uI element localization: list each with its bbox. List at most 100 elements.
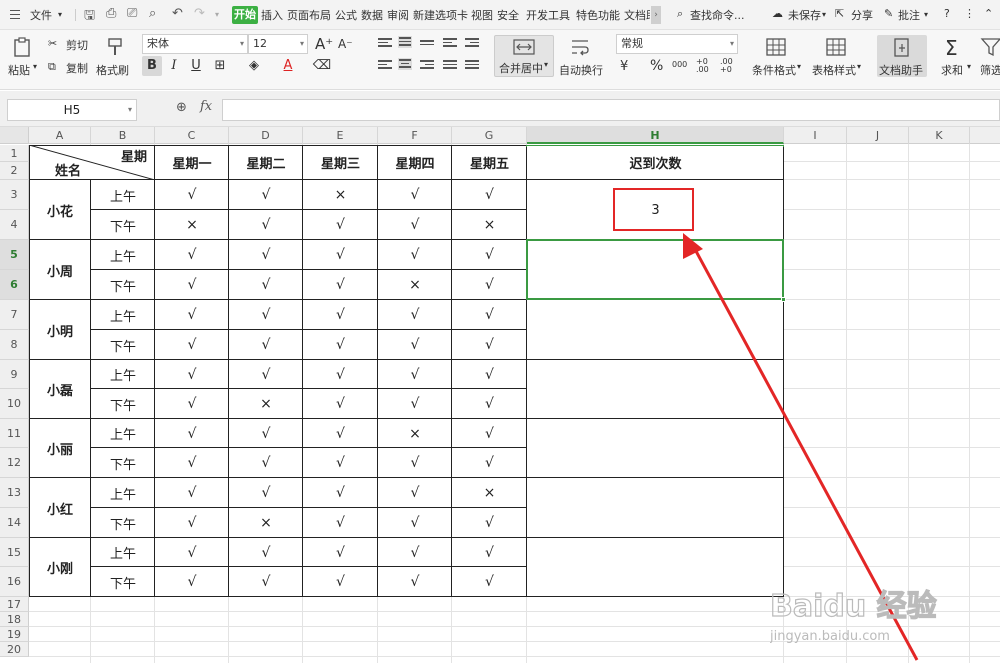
fill-color-icon[interactable]: ◈ (244, 56, 264, 76)
paste-button[interactable]: 粘贴 (8, 62, 30, 78)
help-button[interactable]: ? (944, 7, 950, 20)
late-count-cell[interactable] (527, 300, 784, 360)
chevron-down-icon[interactable]: ▾ (58, 10, 62, 19)
row-header-14[interactable]: 14 (0, 508, 29, 538)
attendance-mark[interactable]: √ (303, 330, 378, 360)
zoom-icon[interactable]: ⊕ (176, 100, 187, 115)
collapse-icon[interactable]: ⌃ (984, 7, 993, 20)
row-header-1[interactable]: 1 (0, 145, 29, 162)
align-middle-icon[interactable] (398, 36, 412, 48)
spreadsheet-grid[interactable]: A B C D E F G H I J K 1 2 3 4 5 6 7 8 9 10 11 12 13 14 15 16 17 18 19… (0, 127, 1000, 663)
day-header[interactable]: 星期二 (229, 145, 303, 180)
attendance-mark[interactable]: × (229, 389, 303, 419)
chevron-down-icon[interactable]: ▾ (967, 62, 971, 71)
indent-decrease-icon[interactable] (443, 38, 457, 50)
clear-format-icon[interactable]: ⌫ (312, 56, 332, 76)
row-header-3[interactable]: 3 (0, 180, 29, 210)
font-size-select[interactable]: 12 ▾ (248, 34, 308, 54)
period-pm[interactable]: 下午 (91, 210, 155, 240)
day-header[interactable]: 星期三 (303, 145, 378, 180)
comment-button[interactable]: 批注 (898, 7, 920, 23)
column-header-B[interactable]: B (91, 127, 155, 144)
row-header-16[interactable]: 16 (0, 567, 29, 597)
conditional-format-button[interactable]: 条件格式 (752, 62, 796, 78)
person-name[interactable]: 小刚 (29, 538, 91, 597)
thousands-button[interactable]: 000 (672, 60, 687, 69)
attendance-mark[interactable]: √ (229, 419, 303, 448)
attendance-mark[interactable]: √ (229, 210, 303, 240)
tab-formula[interactable]: 公式 (335, 7, 357, 23)
attendance-mark[interactable]: √ (229, 360, 303, 389)
attendance-mark[interactable]: √ (452, 389, 527, 419)
currency-icon[interactable]: ¥ (620, 59, 628, 74)
borders-icon[interactable]: ⊞ (210, 56, 230, 76)
column-header-E[interactable]: E (303, 127, 378, 144)
tab-page-layout[interactable]: 页面布局 (287, 7, 331, 23)
row-header-17[interactable]: 17 (0, 597, 29, 612)
attendance-mark[interactable]: √ (452, 567, 527, 597)
percent-button[interactable]: % (650, 58, 663, 74)
attendance-mark[interactable]: × (303, 180, 378, 210)
tab-new[interactable]: 新建选项卡 (413, 7, 468, 23)
attendance-mark[interactable]: √ (452, 448, 527, 478)
column-header-F[interactable]: F (378, 127, 452, 144)
attendance-mark[interactable]: √ (303, 360, 378, 389)
attendance-mark[interactable]: √ (303, 240, 378, 270)
attendance-mark[interactable]: √ (303, 389, 378, 419)
attendance-mark[interactable]: √ (378, 300, 452, 330)
attendance-mark[interactable]: √ (155, 508, 229, 538)
attendance-mark[interactable]: √ (378, 448, 452, 478)
period-pm[interactable]: 下午 (91, 389, 155, 419)
paste-icon[interactable] (12, 37, 34, 57)
attendance-mark[interactable]: √ (229, 478, 303, 508)
attendance-mark[interactable]: √ (452, 300, 527, 330)
late-count-header[interactable]: 迟到次数 (527, 145, 784, 180)
period-am[interactable]: 上午 (91, 240, 155, 270)
person-name[interactable]: 小周 (29, 240, 91, 300)
attendance-mark[interactable]: √ (452, 538, 527, 567)
attendance-mark[interactable]: √ (378, 210, 452, 240)
decrease-decimal-button[interactable]: .00 +0 (720, 58, 738, 74)
attendance-mark[interactable]: √ (155, 240, 229, 270)
share-icon[interactable]: ⇱ (835, 7, 844, 20)
row-header-9[interactable]: 9 (0, 360, 29, 389)
font-name-select[interactable]: 宋体 ▾ (142, 34, 248, 54)
late-count-cell[interactable] (527, 360, 784, 419)
align-left-icon[interactable] (378, 60, 392, 72)
row-header-11[interactable]: 11 (0, 419, 29, 448)
attendance-mark[interactable]: √ (378, 538, 452, 567)
late-count-cell[interactable] (527, 538, 784, 597)
attendance-mark[interactable]: √ (303, 478, 378, 508)
attendance-mark[interactable]: √ (303, 300, 378, 330)
attendance-mark[interactable]: √ (303, 508, 378, 538)
more-tabs-button[interactable]: › (651, 6, 661, 24)
distribute-icon[interactable] (465, 60, 479, 72)
day-header[interactable]: 星期五 (452, 145, 527, 180)
attendance-mark[interactable]: × (229, 508, 303, 538)
row-header-7[interactable]: 7 (0, 300, 29, 330)
attendance-mark[interactable]: √ (303, 210, 378, 240)
tab-data[interactable]: 数据 (361, 7, 383, 23)
attendance-mark[interactable]: √ (303, 419, 378, 448)
row-header-4[interactable]: 4 (0, 210, 29, 240)
column-header-G[interactable]: G (452, 127, 527, 144)
attendance-mark[interactable]: √ (229, 330, 303, 360)
filter-button[interactable]: 筛选 (980, 62, 1000, 78)
filter-icon[interactable] (980, 37, 1000, 57)
menu-hamburger-icon[interactable] (10, 10, 20, 19)
table-style-button[interactable]: 表格样式 (812, 62, 856, 78)
attendance-mark[interactable]: √ (378, 330, 452, 360)
attendance-mark[interactable]: × (452, 478, 527, 508)
attendance-mark[interactable]: √ (303, 538, 378, 567)
attendance-mark[interactable]: × (155, 210, 229, 240)
conditional-format-icon[interactable] (765, 37, 787, 57)
attendance-mark[interactable]: √ (452, 180, 527, 210)
period-am[interactable]: 上午 (91, 360, 155, 389)
row-header-20[interactable]: 20 (0, 642, 29, 657)
attendance-mark[interactable]: √ (303, 270, 378, 300)
cut-button[interactable]: 剪切 (66, 37, 88, 53)
row-header-18[interactable]: 18 (0, 612, 29, 627)
chevron-down-icon[interactable]: ▾ (924, 10, 928, 19)
attendance-mark[interactable]: √ (155, 360, 229, 389)
attendance-mark[interactable]: √ (303, 567, 378, 597)
